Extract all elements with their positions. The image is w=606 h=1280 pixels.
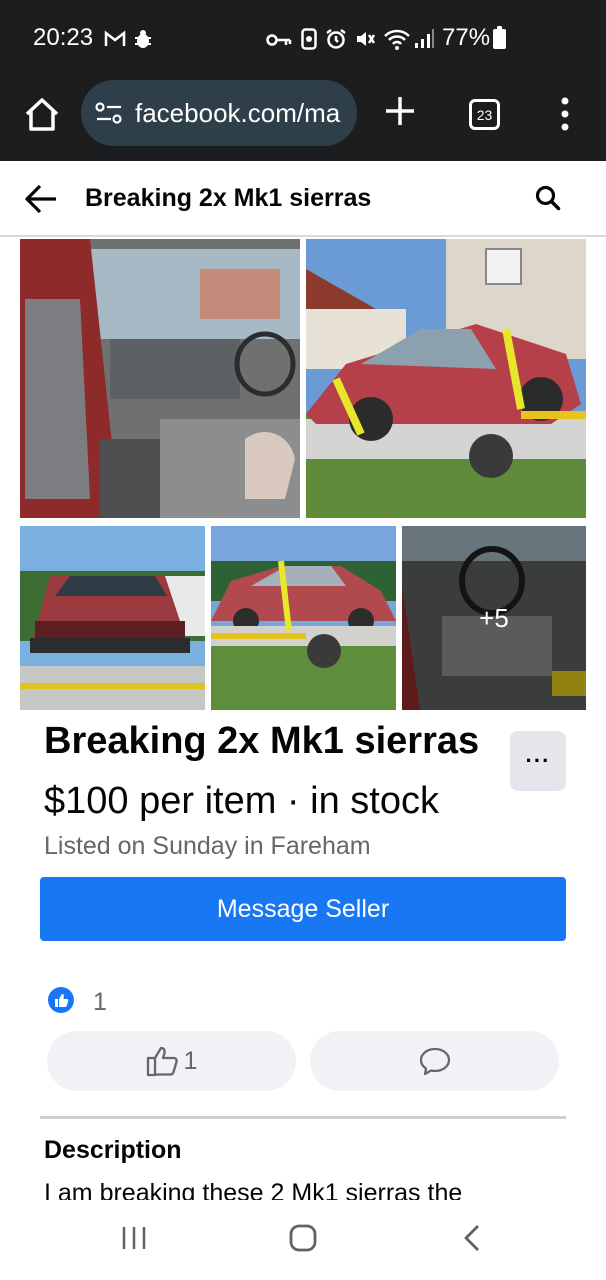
- like-count: 1: [93, 988, 107, 1016]
- like-reaction-icon: [48, 987, 74, 1013]
- like-button-count: 1: [183, 1046, 198, 1075]
- description-clip: I am breaking these 2 Mk1 sierras the: [44, 1178, 564, 1200]
- tab-switcher-button[interactable]: 23: [469, 99, 500, 130]
- like-button[interactable]: 1: [47, 1031, 296, 1091]
- menu-icon[interactable]: [555, 96, 575, 132]
- page-title: Breaking 2x Mk1 sierras: [85, 184, 372, 212]
- back-nav-icon[interactable]: [462, 1224, 482, 1252]
- page-header: Breaking 2x Mk1 sierras: [0, 161, 606, 237]
- mute-icon: [357, 32, 376, 46]
- listing-price: $100 per item · in stock: [44, 780, 439, 822]
- section-divider: [40, 1116, 566, 1119]
- description-text: I am breaking these 2 Mk1 sierras the: [44, 1179, 463, 1200]
- address-bar[interactable]: facebook.com/ma: [81, 80, 357, 146]
- key-icon: [266, 34, 292, 46]
- listing-location: Listed on Sunday in Fareham: [44, 832, 371, 860]
- site-settings-icon[interactable]: [95, 102, 123, 124]
- more-photos-overlay[interactable]: +5: [402, 526, 586, 710]
- back-arrow-icon[interactable]: [24, 183, 58, 215]
- new-tab-icon[interactable]: [382, 93, 418, 129]
- status-time: 20:23: [33, 24, 94, 51]
- signal-icon: [415, 29, 434, 48]
- alarm-icon: [326, 29, 346, 49]
- url-text: facebook.com/ma: [135, 97, 341, 128]
- battery-percent: 77%: [442, 24, 491, 51]
- gmail-icon: [104, 30, 126, 46]
- listing-title: Breaking 2x Mk1 sierras: [44, 720, 480, 762]
- listing-photo-2[interactable]: [306, 239, 586, 518]
- sim-icon: [301, 28, 317, 50]
- listing-photo-5[interactable]: +5: [402, 526, 586, 710]
- comment-icon: [419, 1047, 450, 1076]
- battery-icon: [493, 26, 506, 49]
- search-icon[interactable]: [535, 185, 561, 211]
- home-nav-icon[interactable]: [289, 1224, 317, 1252]
- home-icon[interactable]: [22, 95, 62, 135]
- browser-toolbar: facebook.com/ma 23: [0, 80, 606, 161]
- wifi-icon: [384, 29, 410, 50]
- bug-icon: [135, 30, 151, 48]
- system-nav-bar: [0, 1200, 606, 1280]
- more-options-button[interactable]: ···: [510, 731, 566, 791]
- comment-button[interactable]: [310, 1031, 559, 1091]
- message-seller-button[interactable]: Message Seller: [40, 877, 566, 941]
- description-heading: Description: [44, 1136, 182, 1164]
- listing-photo-3[interactable]: [20, 526, 205, 710]
- thumbs-up-icon: [146, 1046, 178, 1077]
- listing-photo-4[interactable]: [211, 526, 396, 710]
- recent-apps-icon[interactable]: [120, 1224, 148, 1252]
- status-bar: 20:23 77%: [0, 0, 606, 80]
- listing-photo-1[interactable]: [20, 239, 300, 518]
